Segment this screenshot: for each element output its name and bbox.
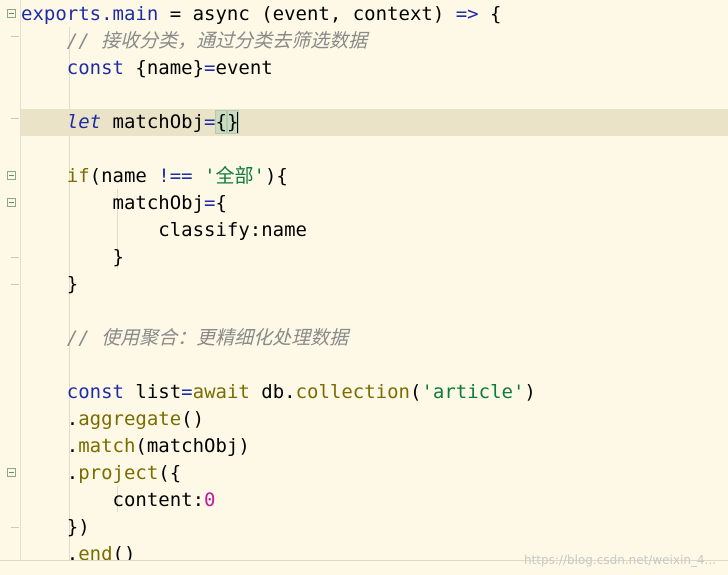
code-token: (name bbox=[89, 165, 159, 187]
code-line[interactable]: const {name}=event bbox=[21, 55, 728, 82]
code-token: { bbox=[478, 3, 502, 25]
code-line[interactable] bbox=[21, 82, 728, 109]
code-token: match bbox=[78, 435, 136, 457]
code-line[interactable]: matchObj={ bbox=[21, 190, 728, 217]
code-line[interactable]: content:0 bbox=[21, 487, 728, 514]
code-line[interactable] bbox=[21, 352, 728, 379]
code-token: '全部' bbox=[204, 165, 265, 187]
code-token: aggregate bbox=[78, 408, 182, 430]
code-line[interactable]: }) bbox=[21, 514, 728, 541]
code-line-current[interactable]: let matchObj={} bbox=[21, 109, 728, 136]
code-token: = bbox=[204, 192, 216, 214]
code-line[interactable]: // 接收分类，通过分类去筛选数据 bbox=[21, 28, 728, 55]
code-token: { bbox=[214, 110, 228, 134]
code-token: content: bbox=[21, 489, 205, 511]
code-token: {name} bbox=[123, 57, 205, 79]
code-line[interactable]: .match(matchObj) bbox=[21, 433, 728, 460]
code-token: // 接收分类，通过分类去筛选数据 bbox=[21, 30, 368, 52]
code-line[interactable]: exports.main = async (event, context) =>… bbox=[21, 1, 728, 28]
code-token: 'article' bbox=[421, 381, 525, 403]
code-token: // 使用聚合：更精细化处理数据 bbox=[21, 327, 349, 349]
code-token: list bbox=[123, 381, 182, 403]
code-line[interactable]: // 使用聚合：更精细化处理数据 bbox=[21, 325, 728, 352]
code-line[interactable] bbox=[21, 298, 728, 325]
code-token: const bbox=[66, 381, 124, 403]
code-token: ( bbox=[409, 381, 422, 403]
fold-end-marker bbox=[11, 36, 19, 37]
fold-icon[interactable] bbox=[7, 9, 16, 18]
code-line[interactable]: } bbox=[21, 271, 728, 298]
code-token: = bbox=[181, 381, 193, 403]
code-token: exports. bbox=[21, 3, 113, 25]
code-token: (matchObj) bbox=[135, 435, 250, 457]
code-line[interactable]: classify:name bbox=[21, 217, 728, 244]
code-token: = bbox=[204, 111, 216, 133]
code-token: = async (event, context) bbox=[158, 3, 456, 25]
fold-end-marker bbox=[11, 527, 19, 528]
code-editor[interactable]: exports.main = async (event, context) =>… bbox=[21, 0, 728, 575]
code-token: classify:name bbox=[21, 219, 307, 241]
fold-end-marker bbox=[11, 257, 19, 258]
code-token: ){ bbox=[264, 165, 288, 187]
code-token: ({ bbox=[158, 462, 182, 484]
code-line[interactable] bbox=[21, 136, 728, 163]
line-gutter bbox=[0, 0, 21, 575]
code-token: matchObj bbox=[101, 111, 205, 133]
code-token: }) bbox=[21, 516, 90, 538]
code-token: { bbox=[215, 192, 227, 214]
code-token: } bbox=[21, 273, 79, 295]
code-line[interactable]: const list=await db.collection('article'… bbox=[21, 379, 728, 406]
code-token: db. bbox=[249, 381, 296, 403]
fold-end-marker bbox=[11, 118, 19, 119]
code-line[interactable]: .aggregate() bbox=[21, 406, 728, 433]
code-token: . bbox=[21, 462, 79, 484]
code-token: collection bbox=[295, 381, 410, 403]
fold-icon[interactable] bbox=[7, 198, 16, 207]
code-token: } bbox=[21, 246, 124, 268]
text-caret bbox=[237, 111, 240, 134]
code-token: const bbox=[66, 57, 124, 79]
code-token: !== bbox=[158, 165, 193, 187]
code-line[interactable]: if(name !== '全部'){ bbox=[21, 163, 728, 190]
fold-end-marker bbox=[11, 284, 19, 285]
code-token: let bbox=[66, 111, 102, 133]
fold-icon[interactable] bbox=[7, 171, 16, 180]
watermark-text: https://blog.csdn.net/weixin_4... bbox=[523, 553, 716, 567]
code-token: await bbox=[192, 381, 250, 403]
code-token: if bbox=[66, 165, 90, 187]
fold-icon[interactable] bbox=[7, 468, 16, 477]
code-token: 0 bbox=[204, 489, 216, 511]
code-token: . bbox=[21, 435, 79, 457]
code-token: main bbox=[112, 3, 159, 25]
code-token: () bbox=[181, 408, 205, 430]
code-token: project bbox=[78, 462, 159, 484]
code-token: event bbox=[215, 57, 273, 79]
code-token: . bbox=[21, 408, 79, 430]
code-token: => bbox=[455, 3, 479, 25]
code-line[interactable]: .project({ bbox=[21, 460, 728, 487]
code-token: = bbox=[204, 57, 216, 79]
code-token: matchObj bbox=[21, 192, 205, 214]
code-line[interactable]: } bbox=[21, 244, 728, 271]
code-token: ) bbox=[524, 381, 536, 403]
